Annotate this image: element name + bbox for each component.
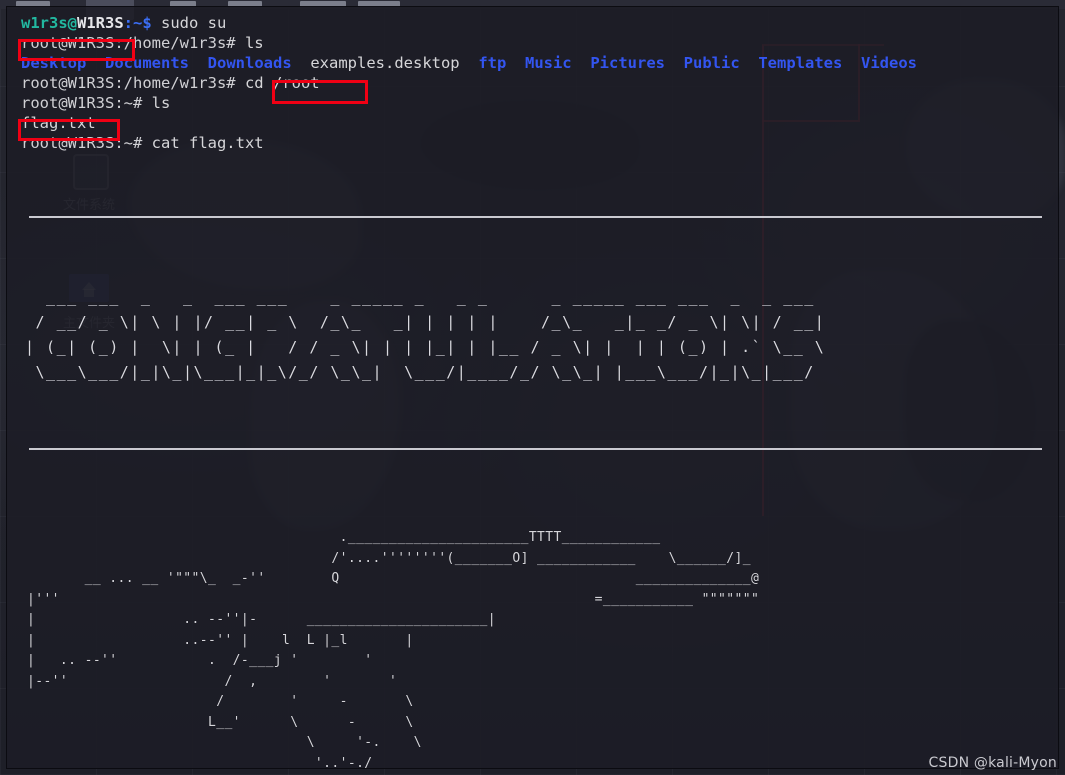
terminal-line: root@W1R3S:/home/w1r3s# ls — [21, 33, 1058, 53]
divider-top — [29, 216, 1042, 218]
terminal-line: flag.txt — [21, 113, 1058, 133]
terminal-segment-fname — [86, 54, 105, 72]
divider-after-congrats — [29, 448, 1042, 450]
terminal-segment-cmd: ls — [151, 94, 171, 112]
terminal-segment-fname — [740, 54, 759, 72]
desktop-screen: 文件系统 主文件夹 w1r3s@W1R3S:~$ sudo suroot@W1R… — [0, 0, 1065, 775]
terminal-segment-fname: flag.txt — [21, 114, 96, 132]
congratulations-ascii-art: ___ ___ _ _ ___ ___ _ _____ _ _ _ _ ____… — [25, 288, 826, 381]
terminal-segment-fname — [842, 54, 861, 72]
terminal-window[interactable]: w1r3s@W1R3S:~$ sudo su root@W1R3S:/home/w… — [6, 6, 1059, 769]
terminal-line: root@W1R3S:~# ls — [21, 93, 1058, 113]
terminal-segment-dirname: Downloads — [207, 54, 292, 72]
terminal-line: w1r3s@W1R3S:~$ sudo su — [21, 13, 1058, 33]
terminal-segment-fname: examples.desktop — [291, 54, 479, 72]
terminal-segment-dirname: Pictures — [590, 54, 665, 72]
terminal-segment-pr-path: :~$ — [123, 14, 161, 32]
flag-art-container: ___ ___ _ _ ___ ___ _ _____ _ _ _ _ ____… — [7, 159, 1058, 769]
terminal-segment-cmd: sudo su — [161, 14, 227, 32]
terminal-segment-dirname: ftp — [478, 54, 507, 72]
terminal-segment-pr-root: root@W1R3S:/home/w1r3s# — [21, 34, 245, 52]
rifle-ascii-art: .______________________TTTT____________ … — [27, 530, 760, 769]
terminal-segment-pr-host: W1R3S — [77, 14, 124, 32]
terminal-segment-dirname: Templates — [758, 54, 843, 72]
terminal-segment-cmd: cd /root — [244, 74, 320, 92]
terminal-line: root@W1R3S:~# cat flag.txt — [21, 133, 1058, 153]
terminal-segment-fname — [506, 54, 525, 72]
terminal-segment-dirname: Desktop — [21, 54, 87, 72]
terminal-segment-fname — [572, 54, 591, 72]
terminal-segment-dirname: Public — [683, 54, 740, 72]
watermark-text: CSDN @kali-Myon — [928, 755, 1057, 771]
terminal-segment-fname — [665, 54, 684, 72]
terminal-segment-dirname: Videos — [861, 54, 917, 72]
terminal-segment-pr-user: w1r3s@ — [21, 14, 77, 32]
terminal-segment-pr-root: root@W1R3S:~# — [21, 134, 152, 152]
terminal-output: w1r3s@W1R3S:~$ sudo su root@W1R3S:/home/w… — [7, 13, 1058, 153]
terminal-segment-pr-root: root@W1R3S:~# — [21, 94, 152, 112]
terminal-segment-cmd: cat flag.txt — [151, 134, 264, 152]
terminal-segment-cmd: ls — [244, 34, 264, 52]
terminal-segment-fname — [189, 54, 208, 72]
terminal-segment-dirname: Documents — [105, 54, 189, 72]
terminal-segment-pr-root: root@W1R3S:/home/w1r3s# — [21, 74, 245, 92]
terminal-line: Desktop Documents Downloads examples.des… — [21, 53, 1058, 73]
terminal-line: root@W1R3S:/home/w1r3s# cd /root — [21, 73, 1058, 93]
terminal-segment-dirname: Music — [524, 54, 572, 72]
